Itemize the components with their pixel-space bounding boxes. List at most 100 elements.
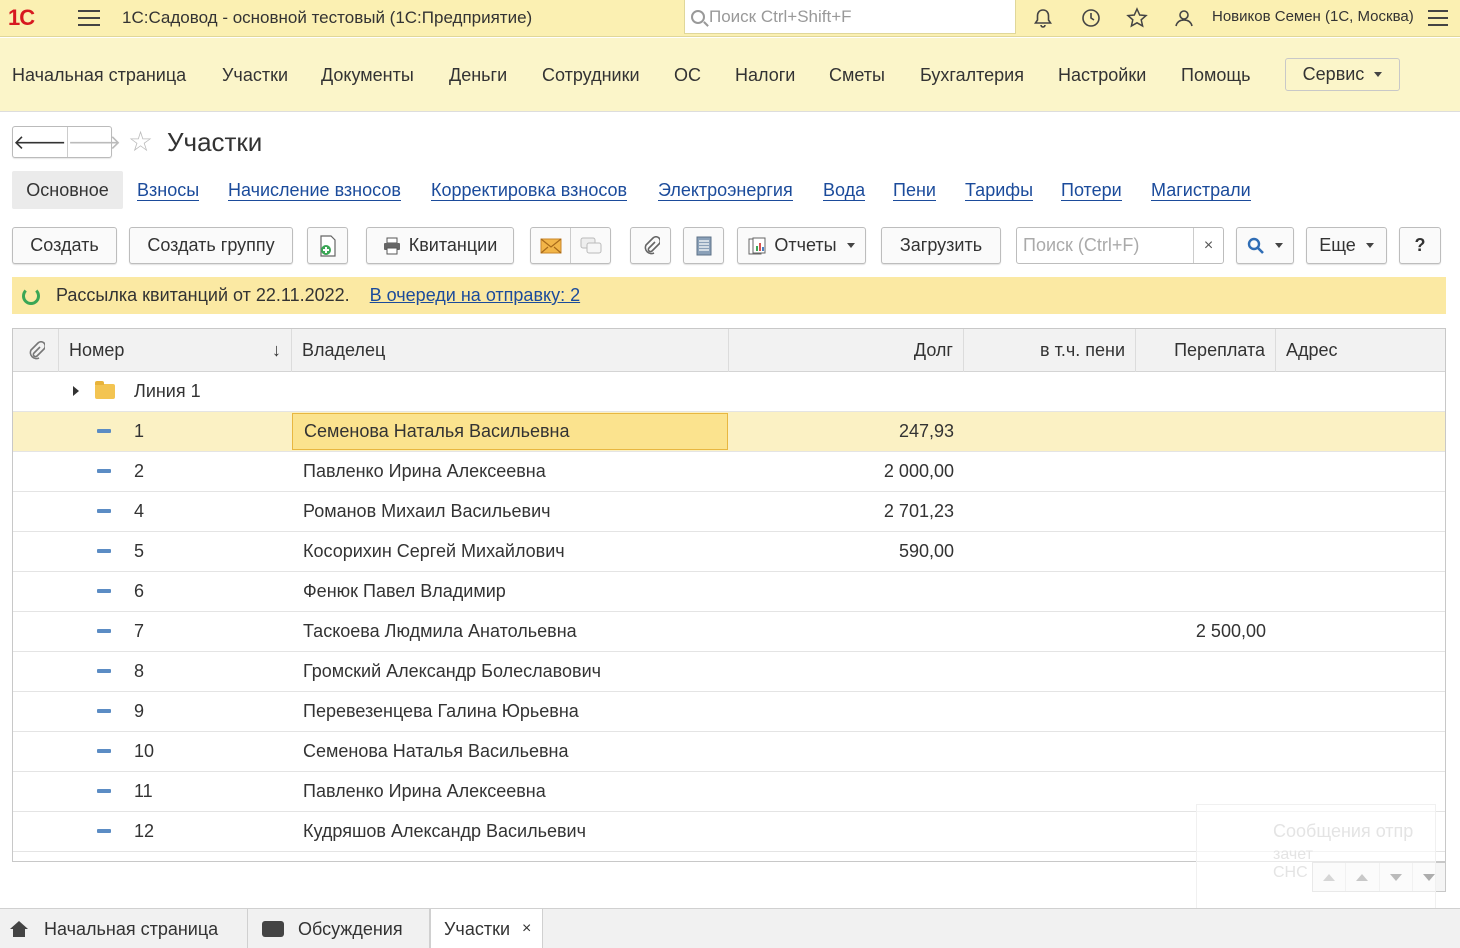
section-employees[interactable]: Сотрудники: [542, 65, 640, 86]
cell-debt[interactable]: 2 000,00: [729, 452, 954, 491]
table-row[interactable]: 8 Громский Александр Болеславович: [13, 652, 1445, 692]
cell-number[interactable]: 6: [134, 572, 144, 611]
user-icon[interactable]: [1172, 6, 1196, 30]
list-view-button[interactable]: [683, 227, 724, 264]
cell-debt[interactable]: 2 701,23: [729, 492, 954, 531]
cell-debt[interactable]: 247,93: [729, 412, 954, 451]
tab-losses[interactable]: Потери: [1061, 180, 1122, 201]
receipts-button[interactable]: Квитанции: [366, 227, 514, 264]
section-estimates[interactable]: Сметы: [829, 65, 885, 86]
attachments-column-header[interactable]: [13, 329, 59, 372]
help-button[interactable]: ?: [1399, 227, 1441, 264]
create-copy-button[interactable]: [307, 227, 348, 264]
cell-owner[interactable]: Семенова Наталья Васильевна: [292, 413, 728, 450]
tab-electricity[interactable]: Электроэнергия: [658, 180, 793, 201]
cell-debt[interactable]: [729, 652, 954, 691]
table-row[interactable]: 5 Косорихин Сергей Михайлович 590,00: [13, 532, 1445, 572]
cell-debt[interactable]: [729, 812, 954, 851]
cell-owner[interactable]: Фенюк Павел Владимир: [303, 572, 506, 611]
list-search-input[interactable]: Поиск (Ctrl+F) ×: [1016, 227, 1224, 264]
cell-owner[interactable]: Павленко Ирина Алексеевна: [303, 772, 546, 811]
main-menu-icon[interactable]: [78, 10, 100, 26]
table-row[interactable]: 10 Семенова Наталья Васильевна: [13, 732, 1445, 772]
group-row[interactable]: Линия 1: [13, 372, 1445, 412]
cell-owner[interactable]: Громский Александр Болеславович: [303, 652, 601, 691]
section-settings[interactable]: Настройки: [1058, 65, 1146, 86]
table-row[interactable]: 1 Семенова Наталья Васильевна 247,93: [13, 412, 1445, 452]
owner-column-header[interactable]: Владелец: [292, 329, 729, 372]
tab-contribution-adjustment[interactable]: Корректировка взносов: [431, 180, 628, 201]
cell-debt[interactable]: [729, 612, 954, 651]
cell-debt[interactable]: [729, 732, 954, 771]
cell-owner[interactable]: Кудряшов Александр Васильевич: [303, 812, 586, 851]
section-taxes[interactable]: Налоги: [735, 65, 795, 86]
cell-number[interactable]: 4: [134, 492, 144, 531]
address-column-header[interactable]: Адрес: [1276, 329, 1445, 372]
section-documents[interactable]: Документы: [321, 65, 414, 86]
cell-overpay[interactable]: [1136, 412, 1266, 451]
forward-arrow-icon[interactable]: 🡒: [68, 127, 122, 157]
cell-number[interactable]: 2: [134, 452, 144, 491]
cell-overpay[interactable]: 2 500,00: [1136, 612, 1266, 651]
tab-mains[interactable]: Магистрали: [1151, 180, 1251, 201]
cell-overpay[interactable]: [1136, 652, 1266, 691]
penalty-column-header[interactable]: в т.ч. пени: [964, 329, 1136, 372]
expand-arrow-icon[interactable]: [73, 386, 79, 396]
cell-number[interactable]: 11: [134, 772, 153, 811]
cell-owner[interactable]: Романов Михаил Васильевич: [303, 492, 551, 531]
cell-debt[interactable]: 590,00: [729, 532, 954, 571]
cell-debt[interactable]: [729, 572, 954, 611]
window-tab-home[interactable]: Начальная страница: [0, 909, 248, 948]
section-help[interactable]: Помощь: [1181, 65, 1251, 86]
section-money[interactable]: Деньги: [449, 65, 507, 86]
cell-debt[interactable]: [729, 692, 954, 731]
plots-table[interactable]: Номер ↓ Владелец Долг в т.ч. пени Перепл…: [12, 328, 1446, 862]
tab-tariffs[interactable]: Тарифы: [965, 180, 1034, 201]
create-button[interactable]: Создать: [12, 227, 117, 264]
tab-water[interactable]: Вода: [823, 180, 866, 201]
global-search-input[interactable]: Поиск Ctrl+Shift+F: [684, 0, 1016, 34]
user-name[interactable]: Новиков Семен (1С, Москва): [1212, 8, 1414, 25]
cell-overpay[interactable]: [1136, 532, 1266, 571]
window-tab-plots[interactable]: Участки ×: [430, 909, 543, 948]
add-to-favorites-star-icon[interactable]: ☆: [128, 127, 153, 157]
cell-overpay[interactable]: [1136, 572, 1266, 611]
more-dropdown-button[interactable]: Еще: [1306, 227, 1387, 264]
cell-number[interactable]: 10: [134, 732, 154, 771]
cell-number[interactable]: 9: [134, 692, 144, 731]
cell-overpay[interactable]: [1136, 492, 1266, 531]
cell-owner[interactable]: Павленко Ирина Алексеевна: [303, 452, 546, 491]
tab-penalties[interactable]: Пени: [893, 180, 936, 201]
cell-number[interactable]: 5: [134, 532, 144, 571]
cell-overpay[interactable]: [1136, 732, 1266, 771]
table-row[interactable]: 9 Перевезенцева Галина Юрьевна: [13, 692, 1445, 732]
cell-number[interactable]: 7: [134, 612, 144, 651]
table-row[interactable]: 7 Таскоева Людмила Анатольевна 2 500,00: [13, 612, 1445, 652]
favorites-star-icon[interactable]: [1125, 6, 1149, 30]
mailing-queue-link[interactable]: В очереди на отправку: 2: [370, 285, 580, 306]
section-fixed-assets[interactable]: ОС: [674, 65, 701, 86]
cell-owner[interactable]: Таскоева Людмила Анатольевна: [303, 612, 577, 651]
number-column-header[interactable]: Номер ↓: [59, 329, 292, 372]
cell-owner[interactable]: Семенова Наталья Васильевна: [303, 732, 569, 771]
cell-overpay[interactable]: [1136, 692, 1266, 731]
cell-owner[interactable]: Перевезенцева Галина Юрьевна: [303, 692, 579, 731]
section-home[interactable]: Начальная страница: [12, 65, 186, 86]
reports-dropdown-button[interactable]: Отчеты: [737, 227, 866, 264]
send-email-button[interactable]: [531, 228, 571, 263]
debt-column-header[interactable]: Долг: [729, 329, 964, 372]
cell-overpay[interactable]: [1136, 452, 1266, 491]
window-tab-discussions[interactable]: Обсуждения: [248, 909, 430, 948]
notifications-bell-icon[interactable]: [1031, 6, 1055, 30]
tab-contributions[interactable]: Взносы: [137, 180, 200, 201]
clear-search-icon[interactable]: ×: [1193, 228, 1223, 263]
table-row[interactable]: 2 Павленко Ирина Алексеевна 2 000,00: [13, 452, 1445, 492]
table-row[interactable]: 6 Фенюк Павел Владимир: [13, 572, 1445, 612]
table-row[interactable]: 4 Романов Михаил Васильевич 2 701,23: [13, 492, 1445, 532]
service-dropdown-button[interactable]: Сервис: [1285, 58, 1400, 91]
cell-number[interactable]: 8: [134, 652, 144, 691]
back-arrow-icon[interactable]: 🡐: [13, 127, 68, 157]
tab-main[interactable]: Основное: [12, 171, 123, 209]
create-group-button[interactable]: Создать группу: [129, 227, 293, 264]
section-accounting[interactable]: Бухгалтерия: [920, 65, 1024, 86]
